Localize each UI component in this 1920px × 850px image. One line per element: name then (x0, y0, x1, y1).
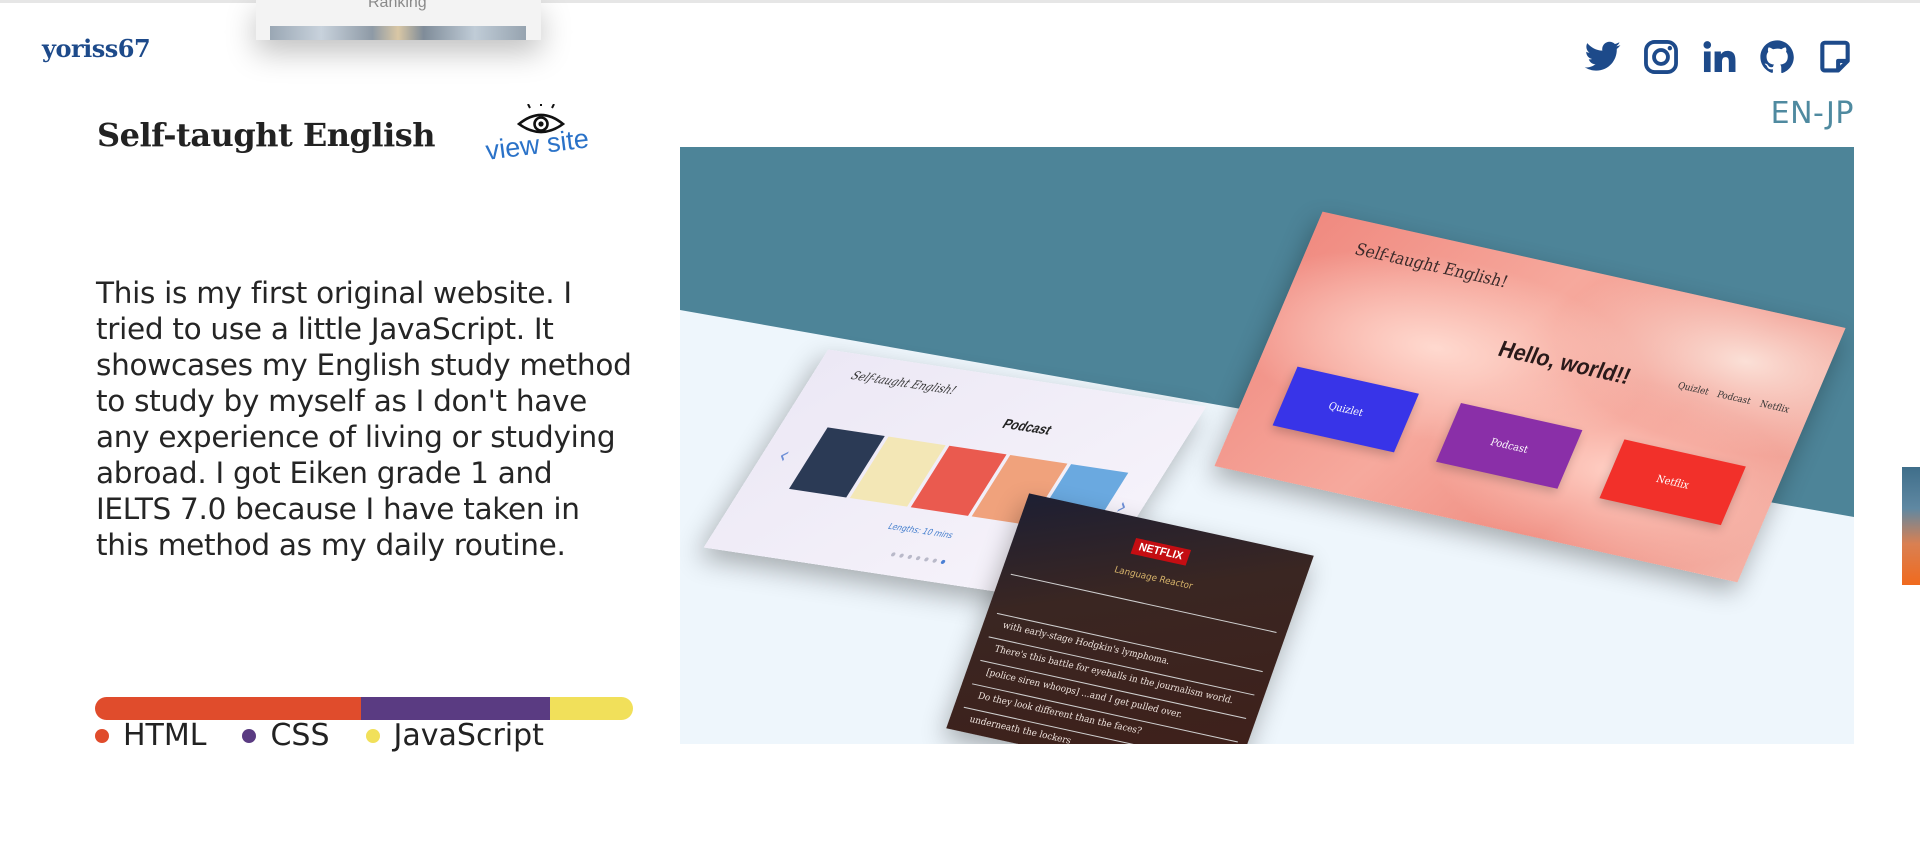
legend-item-html: HTML (95, 718, 206, 753)
mockup-nav-item: Quizlet (1675, 381, 1711, 398)
mockup-quizlet-button: Quizlet (1272, 366, 1419, 453)
site-logo[interactable]: yoriss67 (42, 34, 151, 63)
project-title: Self-taught English (97, 116, 436, 154)
chevron-left-icon: ‹ (771, 443, 796, 470)
social-links (1584, 38, 1854, 76)
mockup-nav-item: Podcast (1714, 389, 1753, 408)
mockup-title: Podcast (999, 415, 1056, 438)
legend-dot (242, 728, 257, 743)
floating-card-thumbnail (270, 26, 526, 40)
project-description: This is my first original website. I tri… (96, 276, 632, 562)
note-icon[interactable] (1816, 38, 1854, 76)
instagram-icon[interactable] (1642, 38, 1680, 76)
legend-item-css: CSS (242, 718, 330, 753)
legend-label: HTML (123, 718, 207, 753)
floating-ranking-card[interactable]: Ranking (256, 0, 541, 40)
mockup-heading: Hello, world!! (1494, 335, 1636, 390)
legend-item-javascript: JavaScript (365, 718, 544, 753)
floating-card-label: Ranking (368, 0, 427, 11)
language-legend: HTML CSS JavaScript (95, 718, 580, 753)
github-icon[interactable] (1758, 38, 1796, 76)
legend-label: JavaScript (393, 718, 544, 753)
language-usage-bar (95, 697, 633, 720)
legend-label: CSS (270, 718, 330, 753)
netflix-logo: NETFLIX (1130, 537, 1191, 566)
side-scroll-tab[interactable] (1902, 467, 1920, 585)
view-site-link[interactable]: view site (480, 104, 604, 174)
transcript-line: [police siren whoops] ...and I get pulle… (984, 667, 1184, 721)
mockup-subtitle: Language Reactor (1112, 565, 1194, 593)
mockup-brand: Self-taught English! (848, 368, 960, 398)
language-toggle[interactable]: EN-JP (1771, 96, 1854, 131)
mockup-podcast-button: Podcast (1436, 403, 1583, 489)
linkedin-icon[interactable] (1700, 38, 1738, 76)
legend-dot (365, 728, 380, 743)
project-preview-image[interactable]: Self-taught English! Podcast ‹ › Lengths… (680, 147, 1854, 744)
view-site-label: view site (484, 123, 591, 166)
language-bar-segment-css (360, 697, 551, 720)
legend-dot (95, 728, 109, 743)
language-bar-segment-html (95, 697, 361, 720)
carousel-dots (890, 552, 947, 565)
mockup-netflix-button: Netflix (1599, 439, 1746, 526)
mockup-nav-item: Netflix (1757, 399, 1791, 416)
twitter-icon[interactable] (1584, 38, 1622, 76)
language-bar-segment-javascript (550, 697, 633, 720)
mockup-caption: Lengths: 10 mins (886, 521, 956, 541)
